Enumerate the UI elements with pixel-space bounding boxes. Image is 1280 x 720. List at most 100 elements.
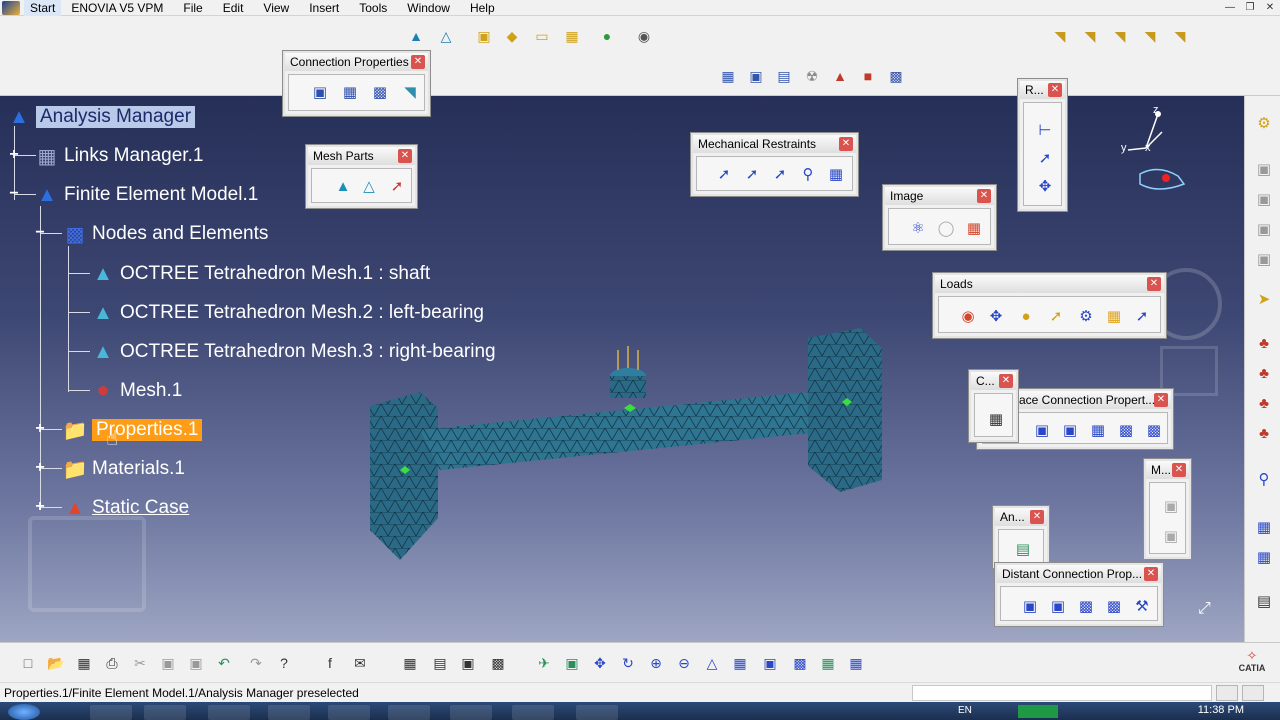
- taskbar-app-5[interactable]: [328, 705, 370, 720]
- close-icon[interactable]: ✕: [411, 55, 425, 69]
- pan-icon[interactable]: ✥: [590, 653, 610, 673]
- tool-icon-2[interactable]: ▣: [1253, 188, 1275, 210]
- distributed-force-icon[interactable]: ✥: [985, 305, 1007, 327]
- surface-icon[interactable]: ◆: [502, 26, 522, 46]
- sphere-icon[interactable]: ◉: [634, 26, 654, 46]
- loads-toolbar[interactable]: Loads ✕ ◉ ✥ ● ➚ ⚙ ▦ ➚: [933, 273, 1166, 338]
- fit-all-icon[interactable]: ▣: [562, 653, 582, 673]
- face-connection-icon-1[interactable]: ▣: [1031, 419, 1053, 441]
- tree-item-static-case[interactable]: ▲ Static Case: [62, 493, 189, 523]
- taskbar-app-4[interactable]: [268, 705, 310, 720]
- normal-view-icon[interactable]: △: [702, 653, 722, 673]
- menu-view[interactable]: View: [253, 0, 299, 16]
- fastened-connection-icon[interactable]: ▩: [369, 81, 391, 103]
- tool-icon-8[interactable]: ♣: [1253, 422, 1275, 444]
- taskbar-app-3[interactable]: [208, 705, 250, 720]
- face-connection-icon-5[interactable]: ▩: [1143, 419, 1165, 441]
- mechanical-restraints-toolbar[interactable]: Mechanical Restraints ✕ ➚ ➚ ➚ ⚲ ▦: [691, 133, 858, 196]
- close-icon[interactable]: ✕: [1172, 463, 1186, 477]
- pivot-icon[interactable]: ⚲: [797, 163, 819, 185]
- restraint-icon-3[interactable]: ✥: [1034, 175, 1056, 197]
- open-folder-icon[interactable]: 📂: [46, 653, 66, 673]
- expand-properties[interactable]: +: [34, 421, 46, 437]
- rotation-force-icon[interactable]: ⚙: [1075, 305, 1097, 327]
- virtual-spring-icon[interactable]: ▩: [1103, 595, 1125, 617]
- analysis-icon-5[interactable]: ▲: [830, 66, 850, 86]
- analysis-icon-3[interactable]: ▤: [774, 66, 794, 86]
- expand-materials[interactable]: +: [34, 460, 46, 476]
- pointer-icon[interactable]: ➤: [1253, 288, 1275, 310]
- tree-item-nodes-and-elements[interactable]: ▩ Nodes and Elements: [62, 219, 269, 249]
- enforced-displacement-icon[interactable]: ➚: [1131, 305, 1153, 327]
- formula-icon[interactable]: f: [320, 653, 340, 673]
- face-connection-icon-2[interactable]: ▣: [1059, 419, 1081, 441]
- tree-item-materials[interactable]: 📁 Materials.1: [62, 454, 185, 484]
- menu-edit[interactable]: Edit: [213, 0, 254, 16]
- taskbar-app-6[interactable]: [388, 705, 430, 720]
- pressure-icon[interactable]: ◉: [957, 305, 979, 327]
- tree-item-properties[interactable]: 📁 Properties.1: [62, 415, 203, 445]
- analysis-icon-2[interactable]: ▣: [746, 66, 766, 86]
- von-mises-icon[interactable]: ◯: [935, 217, 957, 239]
- tree-item-analysis-manager[interactable]: ▲ Analysis Manager: [6, 102, 196, 132]
- displacement-icon[interactable]: ▦: [963, 217, 985, 239]
- cut-icon[interactable]: ✂: [130, 653, 150, 673]
- mass-icon-2[interactable]: ▣: [1160, 525, 1182, 547]
- slider-connection-icon[interactable]: ▣: [309, 81, 331, 103]
- status-button-1[interactable]: [1216, 685, 1238, 701]
- gear-icon[interactable]: ⚙: [1253, 112, 1275, 134]
- tray-icon[interactable]: [1018, 705, 1058, 718]
- octree-tetra-icon[interactable]: ▲: [332, 175, 354, 197]
- analysis-icon-7[interactable]: ▩: [886, 66, 906, 86]
- close-icon[interactable]: ✕: [1030, 510, 1044, 524]
- swap-space-icon[interactable]: ▦: [818, 653, 838, 673]
- catia-app-icon[interactable]: [2, 0, 20, 15]
- beam-mesher-icon[interactable]: ➚: [386, 175, 408, 197]
- tool-icon-11[interactable]: ▤: [1253, 590, 1275, 612]
- tool-icon-6[interactable]: ♣: [1253, 362, 1275, 384]
- zoom-in-icon[interactable]: ⊕: [646, 653, 666, 673]
- c-toolbar[interactable]: C... ✕ ▦: [969, 370, 1018, 442]
- windows-start-icon[interactable]: [8, 704, 40, 720]
- close-icon[interactable]: ✕: [1048, 83, 1062, 97]
- mass-icon-1[interactable]: ▣: [1160, 495, 1182, 517]
- magnifier-icon[interactable]: ⚲: [1253, 468, 1275, 490]
- face-connection-icon-4[interactable]: ▩: [1115, 419, 1137, 441]
- tool-icon-1[interactable]: ▣: [1253, 158, 1275, 180]
- close-icon[interactable]: ✕: [977, 189, 991, 203]
- shell-icon[interactable]: ▭: [532, 26, 552, 46]
- deformation-icon[interactable]: ⚛: [907, 217, 929, 239]
- render-style-icon[interactable]: ▣: [760, 653, 780, 673]
- zoom-out-icon[interactable]: ⊖: [674, 653, 694, 673]
- hide-show-icon[interactable]: ▩: [790, 653, 810, 673]
- close-icon[interactable]: ✕: [839, 137, 853, 151]
- lock-icon[interactable]: ▣: [458, 653, 478, 673]
- beam-icon[interactable]: ▦: [562, 26, 582, 46]
- command-input[interactable]: [912, 685, 1212, 701]
- mesh-edit-icon[interactable]: △: [436, 26, 456, 46]
- copy-icon[interactable]: ▣: [158, 653, 178, 673]
- plane-icon-4[interactable]: ◥: [1140, 26, 1160, 46]
- tree-item-finite-element-model[interactable]: ▲ Finite Element Model.1: [34, 180, 258, 210]
- menu-enovia[interactable]: ENOVIA V5 VPM: [61, 0, 173, 16]
- status-button-2[interactable]: [1242, 685, 1264, 701]
- mesh-parts-toolbar[interactable]: Mesh Parts ✕ ▲ △ ➚: [306, 145, 417, 208]
- menu-tools[interactable]: Tools: [349, 0, 397, 16]
- tool-icon-10[interactable]: ▦: [1253, 546, 1275, 568]
- comment-icon[interactable]: ✉: [350, 653, 370, 673]
- analysis-icon-1[interactable]: ▦: [718, 66, 738, 86]
- rotate-icon[interactable]: ↻: [618, 653, 638, 673]
- an-toolbar[interactable]: An... ✕ ▤: [993, 506, 1049, 568]
- menu-insert[interactable]: Insert: [299, 0, 349, 16]
- tree-item-mesh-right-bearing[interactable]: ▲ OCTREE Tetrahedron Mesh.3 : right-bear…: [90, 337, 496, 367]
- octree-triangle-icon[interactable]: △: [358, 175, 380, 197]
- paste-icon[interactable]: ▣: [186, 653, 206, 673]
- tree-item-mesh-left-bearing[interactable]: ▲ OCTREE Tetrahedron Mesh.2 : left-beari…: [90, 298, 484, 328]
- image-toolbar[interactable]: Image ✕ ⚛ ◯ ▦: [883, 185, 996, 250]
- tool-icon-5[interactable]: ♣: [1253, 332, 1275, 354]
- save-icon[interactable]: ▦: [74, 653, 94, 673]
- connection-properties-toolbar[interactable]: Connection Properties ✕ ▣ ▦ ▩ ◥: [283, 51, 430, 116]
- menu-start[interactable]: Start: [24, 0, 62, 16]
- clamp-icon[interactable]: ➚: [713, 163, 735, 185]
- tool-icon-7[interactable]: ♣: [1253, 392, 1275, 414]
